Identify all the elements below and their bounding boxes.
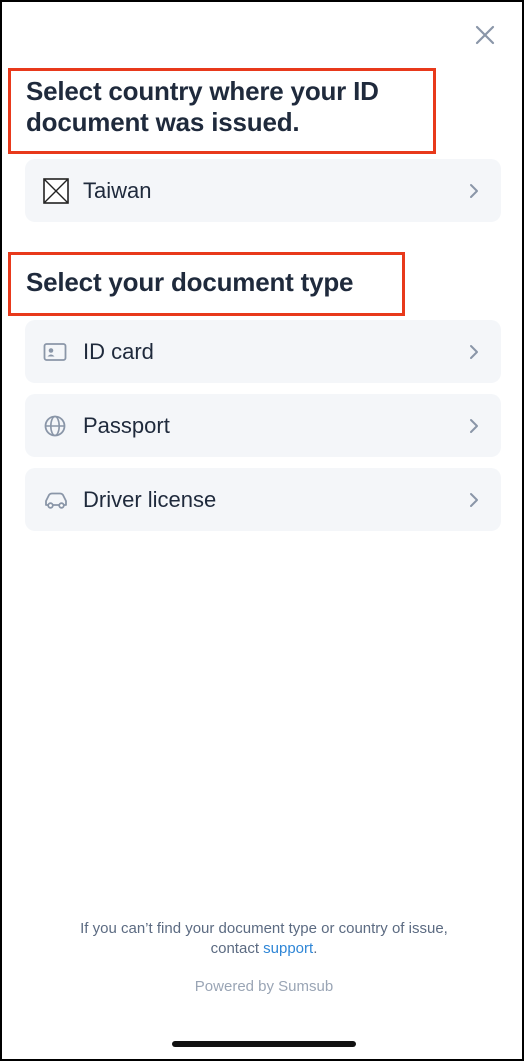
close-button[interactable]	[472, 22, 498, 48]
flag-placeholder-icon	[43, 177, 69, 204]
country-label: Taiwan	[83, 177, 152, 203]
document-option-driver-license[interactable]: Driver license	[25, 468, 501, 531]
help-note: If you can’t find your document type or …	[2, 919, 524, 959]
document-option-label: Passport	[83, 412, 170, 438]
help-note-contact: contact	[210, 940, 264, 957]
country-selector[interactable]: Taiwan	[25, 159, 501, 222]
document-option-id-card[interactable]: ID card	[25, 320, 501, 383]
help-note-period: .	[313, 940, 318, 957]
support-link[interactable]: support	[263, 940, 313, 957]
chevron-right-icon	[469, 492, 479, 508]
country-section-title: Select country where your ID document wa…	[26, 76, 379, 137]
chevron-right-icon	[469, 418, 479, 434]
close-icon	[475, 25, 495, 45]
chevron-right-icon	[469, 183, 479, 199]
document-section-title: Select your document type	[26, 267, 354, 297]
document-option-label: ID card	[83, 338, 154, 364]
home-indicator[interactable]	[172, 1041, 356, 1047]
help-note-line-2: contact support.	[2, 939, 524, 959]
screen-frame: Select country where your ID document wa…	[0, 0, 524, 1061]
help-note-line-1: If you can’t find your document type or …	[80, 920, 448, 937]
globe-icon	[43, 414, 67, 438]
document-option-passport[interactable]: Passport	[25, 394, 501, 457]
chevron-right-icon	[469, 344, 479, 360]
id-card-icon	[43, 342, 67, 362]
document-option-label: Driver license	[83, 486, 217, 512]
car-icon	[43, 490, 69, 510]
powered-by-label: Powered by Sumsub	[194, 978, 334, 995]
